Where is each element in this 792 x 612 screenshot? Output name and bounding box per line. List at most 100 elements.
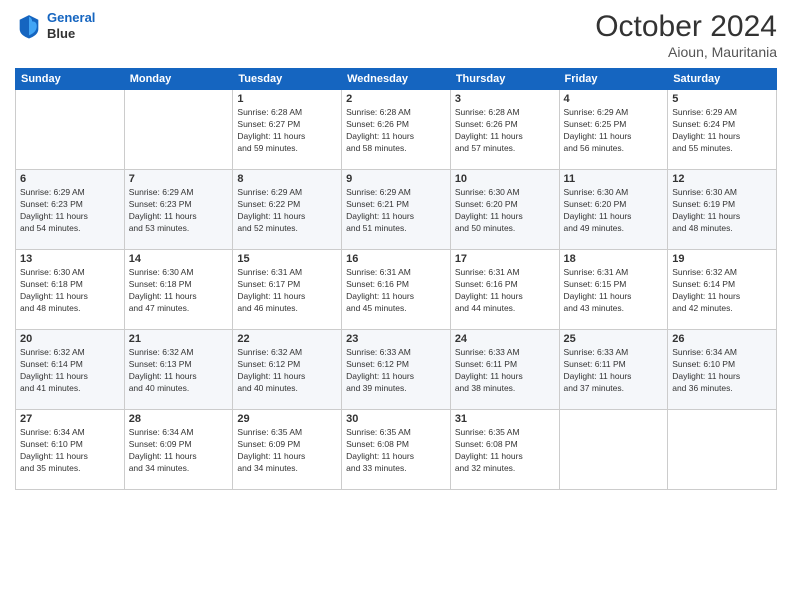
day-info: Sunrise: 6:30 AM Sunset: 6:18 PM Dayligh… bbox=[129, 267, 229, 315]
day-info: Sunrise: 6:33 AM Sunset: 6:11 PM Dayligh… bbox=[455, 347, 555, 395]
calendar-week-row: 20Sunrise: 6:32 AM Sunset: 6:14 PM Dayli… bbox=[16, 330, 777, 410]
calendar-cell: 9 Sunrise: 6:29 AM Sunset: 6:21 PM Daylig… bbox=[342, 170, 451, 250]
day-number: 1 bbox=[237, 93, 337, 105]
calendar-cell: 27Sunrise: 6:34 AM Sunset: 6:10 PM Dayli… bbox=[16, 410, 125, 490]
calendar-cell: 18 Sunrise: 6:31 AM Sunset: 6:15 PM Dayli… bbox=[559, 250, 668, 330]
day-info: Sunrise: 6:31 AM Sunset: 6:15 PM Dayligh… bbox=[564, 267, 664, 315]
calendar-cell: 10 Sunrise: 6:30 AM Sunset: 6:20 PM Dayli… bbox=[450, 170, 559, 250]
weekday-header: Thursday bbox=[450, 69, 559, 90]
calendar-cell: 16 Sunrise: 6:31 AM Sunset: 6:16 PM Dayli… bbox=[342, 250, 451, 330]
day-info: Sunrise: 6:35 AM Sunset: 6:09 PM Dayligh… bbox=[237, 427, 337, 475]
location-subtitle: Aioun, Mauritania bbox=[595, 44, 777, 60]
calendar-cell: 3 Sunrise: 6:28 AM Sunset: 6:26 PM Daylig… bbox=[450, 90, 559, 170]
calendar-cell bbox=[16, 90, 125, 170]
calendar-cell: 1 Sunrise: 6:28 AM Sunset: 6:27 PM Daylig… bbox=[233, 90, 342, 170]
calendar-week-row: 1 Sunrise: 6:28 AM Sunset: 6:27 PM Daylig… bbox=[16, 90, 777, 170]
calendar-cell: 4Sunrise: 6:29 AM Sunset: 6:25 PM Daylig… bbox=[559, 90, 668, 170]
calendar-cell: 21 Sunrise: 6:32 AM Sunset: 6:13 PM Dayli… bbox=[124, 330, 233, 410]
calendar-cell: 24 Sunrise: 6:33 AM Sunset: 6:11 PM Dayli… bbox=[450, 330, 559, 410]
day-number: 30 bbox=[346, 413, 446, 425]
day-number: 17 bbox=[455, 253, 555, 265]
day-number: 29 bbox=[237, 413, 337, 425]
calendar-week-row: 27Sunrise: 6:34 AM Sunset: 6:10 PM Dayli… bbox=[16, 410, 777, 490]
day-info: Sunrise: 6:28 AM Sunset: 6:27 PM Dayligh… bbox=[237, 107, 337, 155]
logo-icon bbox=[15, 12, 43, 40]
day-number: 9 bbox=[346, 173, 446, 185]
logo-text: General Blue bbox=[47, 10, 95, 41]
day-number: 19 bbox=[672, 253, 772, 265]
day-number: 31 bbox=[455, 413, 555, 425]
page: General Blue October 2024 Aioun, Maurita… bbox=[0, 0, 792, 612]
calendar-cell: 25Sunrise: 6:33 AM Sunset: 6:11 PM Dayli… bbox=[559, 330, 668, 410]
calendar-week-row: 13 Sunrise: 6:30 AM Sunset: 6:18 PM Dayli… bbox=[16, 250, 777, 330]
calendar-cell: 2Sunrise: 6:28 AM Sunset: 6:26 PM Daylig… bbox=[342, 90, 451, 170]
day-number: 11 bbox=[564, 173, 664, 185]
title-section: October 2024 Aioun, Mauritania bbox=[595, 10, 777, 60]
calendar-cell: 5 Sunrise: 6:29 AM Sunset: 6:24 PM Daylig… bbox=[668, 90, 777, 170]
weekday-header-row: SundayMondayTuesdayWednesdayThursdayFrid… bbox=[16, 69, 777, 90]
day-number: 13 bbox=[20, 253, 120, 265]
calendar-cell bbox=[124, 90, 233, 170]
weekday-header: Friday bbox=[559, 69, 668, 90]
calendar-cell: 11 Sunrise: 6:30 AM Sunset: 6:20 PM Dayli… bbox=[559, 170, 668, 250]
calendar-cell: 22 Sunrise: 6:32 AM Sunset: 6:12 PM Dayli… bbox=[233, 330, 342, 410]
calendar-cell: 17 Sunrise: 6:31 AM Sunset: 6:16 PM Dayli… bbox=[450, 250, 559, 330]
day-info: Sunrise: 6:34 AM Sunset: 6:10 PM Dayligh… bbox=[672, 347, 772, 395]
day-number: 5 bbox=[672, 93, 772, 105]
day-info: Sunrise: 6:32 AM Sunset: 6:14 PM Dayligh… bbox=[672, 267, 772, 315]
day-info: Sunrise: 6:28 AM Sunset: 6:26 PM Dayligh… bbox=[455, 107, 555, 155]
calendar-cell: 12Sunrise: 6:30 AM Sunset: 6:19 PM Dayli… bbox=[668, 170, 777, 250]
weekday-header: Sunday bbox=[16, 69, 125, 90]
calendar-cell: 26 Sunrise: 6:34 AM Sunset: 6:10 PM Dayli… bbox=[668, 330, 777, 410]
day-info: Sunrise: 6:32 AM Sunset: 6:13 PM Dayligh… bbox=[129, 347, 229, 395]
weekday-header: Monday bbox=[124, 69, 233, 90]
day-info: Sunrise: 6:30 AM Sunset: 6:18 PM Dayligh… bbox=[20, 267, 120, 315]
calendar-cell: 15 Sunrise: 6:31 AM Sunset: 6:17 PM Dayli… bbox=[233, 250, 342, 330]
calendar-cell: 31 Sunrise: 6:35 AM Sunset: 6:08 PM Dayli… bbox=[450, 410, 559, 490]
day-number: 3 bbox=[455, 93, 555, 105]
weekday-header: Tuesday bbox=[233, 69, 342, 90]
day-number: 15 bbox=[237, 253, 337, 265]
calendar: SundayMondayTuesdayWednesdayThursdayFrid… bbox=[15, 68, 777, 490]
day-number: 6 bbox=[20, 173, 120, 185]
day-info: Sunrise: 6:29 AM Sunset: 6:22 PM Dayligh… bbox=[237, 187, 337, 235]
day-number: 18 bbox=[564, 253, 664, 265]
day-info: Sunrise: 6:29 AM Sunset: 6:25 PM Dayligh… bbox=[564, 107, 664, 155]
day-number: 14 bbox=[129, 253, 229, 265]
day-info: Sunrise: 6:31 AM Sunset: 6:17 PM Dayligh… bbox=[237, 267, 337, 315]
day-number: 26 bbox=[672, 333, 772, 345]
calendar-cell: 6Sunrise: 6:29 AM Sunset: 6:23 PM Daylig… bbox=[16, 170, 125, 250]
day-number: 10 bbox=[455, 173, 555, 185]
day-number: 21 bbox=[129, 333, 229, 345]
calendar-cell: 19 Sunrise: 6:32 AM Sunset: 6:14 PM Dayli… bbox=[668, 250, 777, 330]
day-info: Sunrise: 6:33 AM Sunset: 6:12 PM Dayligh… bbox=[346, 347, 446, 395]
day-info: Sunrise: 6:30 AM Sunset: 6:20 PM Dayligh… bbox=[455, 187, 555, 235]
day-info: Sunrise: 6:32 AM Sunset: 6:12 PM Dayligh… bbox=[237, 347, 337, 395]
calendar-cell: 13 Sunrise: 6:30 AM Sunset: 6:18 PM Dayli… bbox=[16, 250, 125, 330]
day-number: 16 bbox=[346, 253, 446, 265]
calendar-week-row: 6 Sunrise: 6:29 AM Sunset: 6:23 PM Daylig… bbox=[16, 170, 777, 250]
day-number: 24 bbox=[455, 333, 555, 345]
day-info: Sunrise: 6:29 AM Sunset: 6:21 PM Dayligh… bbox=[346, 187, 446, 235]
day-number: 7 bbox=[129, 173, 229, 185]
day-number: 12 bbox=[672, 173, 772, 185]
day-info: Sunrise: 6:31 AM Sunset: 6:16 PM Dayligh… bbox=[455, 267, 555, 315]
day-number: 2 bbox=[346, 93, 446, 105]
month-title: October 2024 bbox=[595, 10, 777, 44]
calendar-cell: 20Sunrise: 6:32 AM Sunset: 6:14 PM Dayli… bbox=[16, 330, 125, 410]
calendar-cell: 30 Sunrise: 6:35 AM Sunset: 6:08 PM Dayli… bbox=[342, 410, 451, 490]
day-number: 22 bbox=[237, 333, 337, 345]
day-info: Sunrise: 6:29 AM Sunset: 6:23 PM Dayligh… bbox=[129, 187, 229, 235]
calendar-cell: 8Sunrise: 6:29 AM Sunset: 6:22 PM Daylig… bbox=[233, 170, 342, 250]
calendar-cell: 7 Sunrise: 6:29 AM Sunset: 6:23 PM Daylig… bbox=[124, 170, 233, 250]
day-info: Sunrise: 6:30 AM Sunset: 6:20 PM Dayligh… bbox=[564, 187, 664, 235]
day-number: 23 bbox=[346, 333, 446, 345]
day-info: Sunrise: 6:35 AM Sunset: 6:08 PM Dayligh… bbox=[455, 427, 555, 475]
day-info: Sunrise: 6:35 AM Sunset: 6:08 PM Dayligh… bbox=[346, 427, 446, 475]
day-info: Sunrise: 6:31 AM Sunset: 6:16 PM Dayligh… bbox=[346, 267, 446, 315]
day-number: 20 bbox=[20, 333, 120, 345]
calendar-cell bbox=[668, 410, 777, 490]
day-info: Sunrise: 6:29 AM Sunset: 6:24 PM Dayligh… bbox=[672, 107, 772, 155]
calendar-cell: 14 Sunrise: 6:30 AM Sunset: 6:18 PM Dayli… bbox=[124, 250, 233, 330]
weekday-header: Saturday bbox=[668, 69, 777, 90]
